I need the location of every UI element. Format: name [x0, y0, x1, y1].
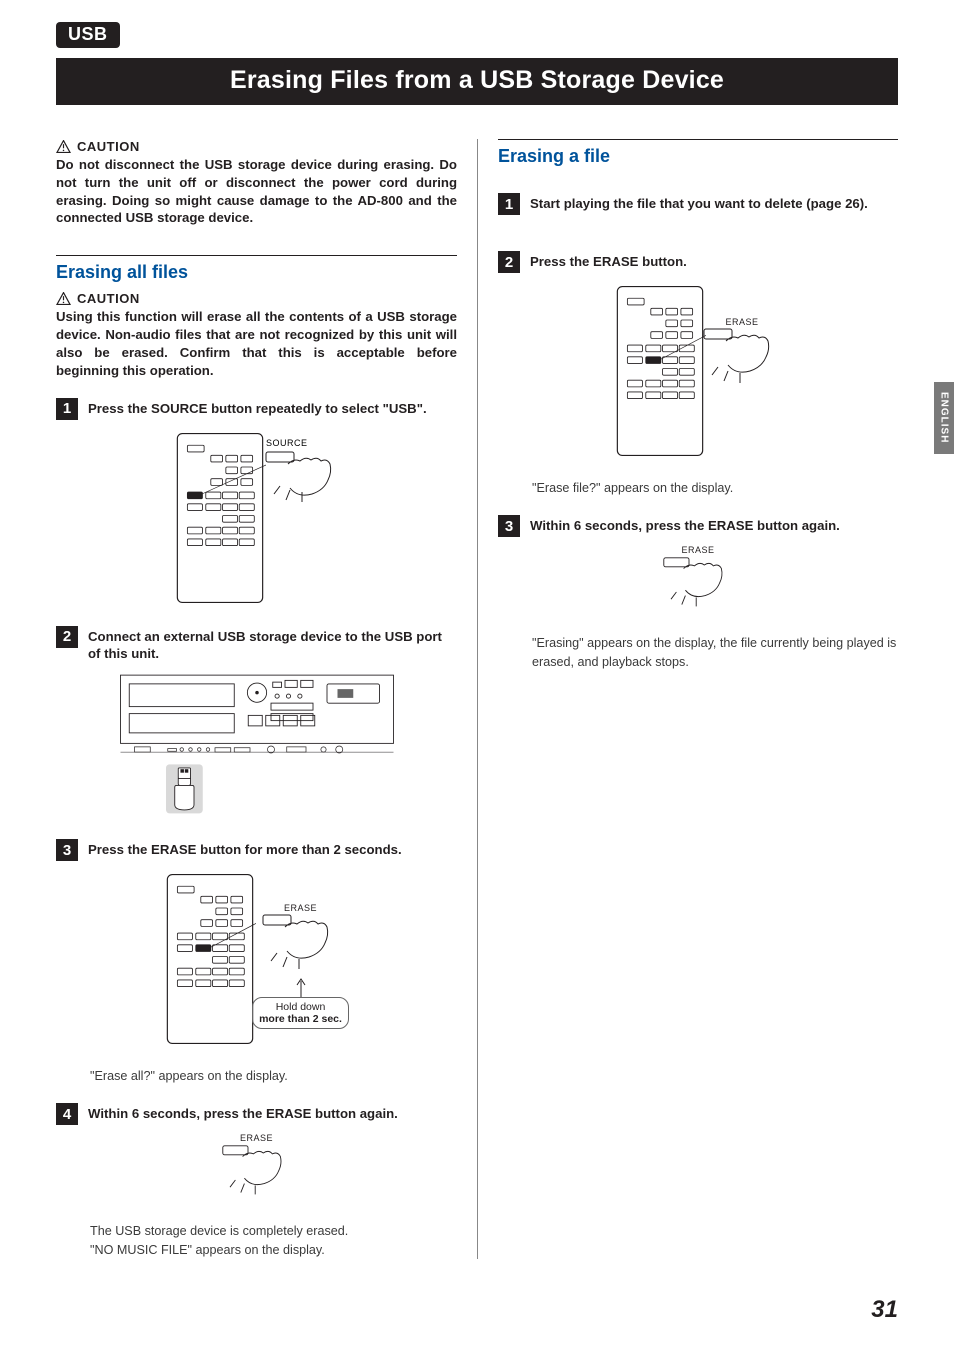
step-text: Start playing the file that you want to …: [530, 193, 868, 213]
columns: CAUTION Do not disconnect the USB storag…: [56, 139, 898, 1259]
result-text: "NO MUSIC FILE" appears on the display.: [90, 1241, 457, 1259]
section-heading-erase-all: Erasing all files: [56, 262, 457, 283]
step-text: Within 6 seconds, press the ERASE button…: [88, 1103, 398, 1123]
caution-text: Do not disconnect the USB storage device…: [56, 156, 457, 227]
step: 3 Within 6 seconds, press the ERASE butt…: [498, 515, 898, 537]
step: 2 Press the ERASE button.: [498, 251, 898, 273]
step-text: Press the SOURCE button repeatedly to se…: [88, 398, 427, 418]
caution-label: CAUTION: [77, 291, 140, 306]
section-rule: [56, 255, 457, 256]
caution-label: CAUTION: [77, 139, 140, 154]
step-number: 3: [56, 839, 78, 861]
result-text: "Erase file?" appears on the display.: [532, 479, 898, 497]
page: USB Erasing Files from a USB Storage Dev…: [0, 0, 954, 1350]
step: 4 Within 6 seconds, press the ERASE butt…: [56, 1103, 457, 1125]
step: 1 Press the SOURCE button repeatedly to …: [56, 398, 457, 420]
figure-erase-press: ERASE: [56, 1133, 457, 1204]
figure-unit-usb: [56, 671, 457, 821]
step-number: 2: [498, 251, 520, 273]
step-text: Press the ERASE button.: [530, 251, 687, 271]
figure-remote-source: SOURCE SOURCE: [56, 428, 457, 608]
warning-icon: [56, 292, 71, 305]
figure-erase-press: ERASE: [498, 545, 898, 616]
result-text: "Erase all?" appears on the display.: [90, 1067, 457, 1085]
hand-press-icon: [221, 1143, 293, 1199]
step: 2 Connect an external USB storage device…: [56, 626, 457, 664]
step-number: 4: [56, 1103, 78, 1125]
caution-row: CAUTION: [56, 291, 457, 306]
callout-hold: Hold down more than 2 sec.: [252, 997, 349, 1029]
hand-press-icon: [662, 555, 734, 611]
section-rule: [498, 139, 898, 140]
hand-press-icon: SOURCE: [260, 434, 340, 504]
left-column: CAUTION Do not disconnect the USB storag…: [56, 139, 477, 1259]
language-tab: ENGLISH: [934, 382, 954, 454]
step-number: 1: [498, 193, 520, 215]
step-text: Within 6 seconds, press the ERASE button…: [530, 515, 840, 535]
step-number: 3: [498, 515, 520, 537]
figure-remote-erase-hold: ERASE Hold down more than 2 sec.: [56, 869, 457, 1049]
hand-press-icon: [261, 913, 341, 977]
erase-label: ERASE: [725, 317, 758, 327]
figure-remote-erase: ERASE: [498, 281, 898, 461]
result-text: "Erasing" appears on the display, the fi…: [532, 634, 898, 671]
hand-press-icon: [702, 327, 782, 391]
erase-label: ERASE: [221, 1133, 293, 1143]
erase-label: ERASE: [662, 545, 734, 555]
step-number: 1: [56, 398, 78, 420]
step-text: Connect an external USB storage device t…: [88, 626, 457, 664]
caution-row: CAUTION: [56, 139, 457, 154]
right-column: Erasing a file 1 Start playing the file …: [477, 139, 898, 1259]
arrow-up-icon: [296, 977, 306, 997]
svg-text:SOURCE: SOURCE: [266, 438, 308, 448]
caution-text: Using this function will erase all the c…: [56, 308, 457, 379]
step: 1 Start playing the file that you want t…: [498, 193, 898, 215]
step-text: Press the ERASE button for more than 2 s…: [88, 839, 402, 859]
warning-icon: [56, 140, 71, 153]
page-number: 31: [871, 1296, 898, 1324]
step: 3 Press the ERASE button for more than 2…: [56, 839, 457, 861]
erase-label: ERASE: [284, 903, 317, 913]
step-number: 2: [56, 626, 78, 648]
page-title: Erasing Files from a USB Storage Device: [56, 58, 898, 105]
usb-tag: USB: [56, 22, 120, 48]
section-heading-erase-file: Erasing a file: [498, 146, 898, 167]
result-text: The USB storage device is completely era…: [90, 1222, 457, 1240]
